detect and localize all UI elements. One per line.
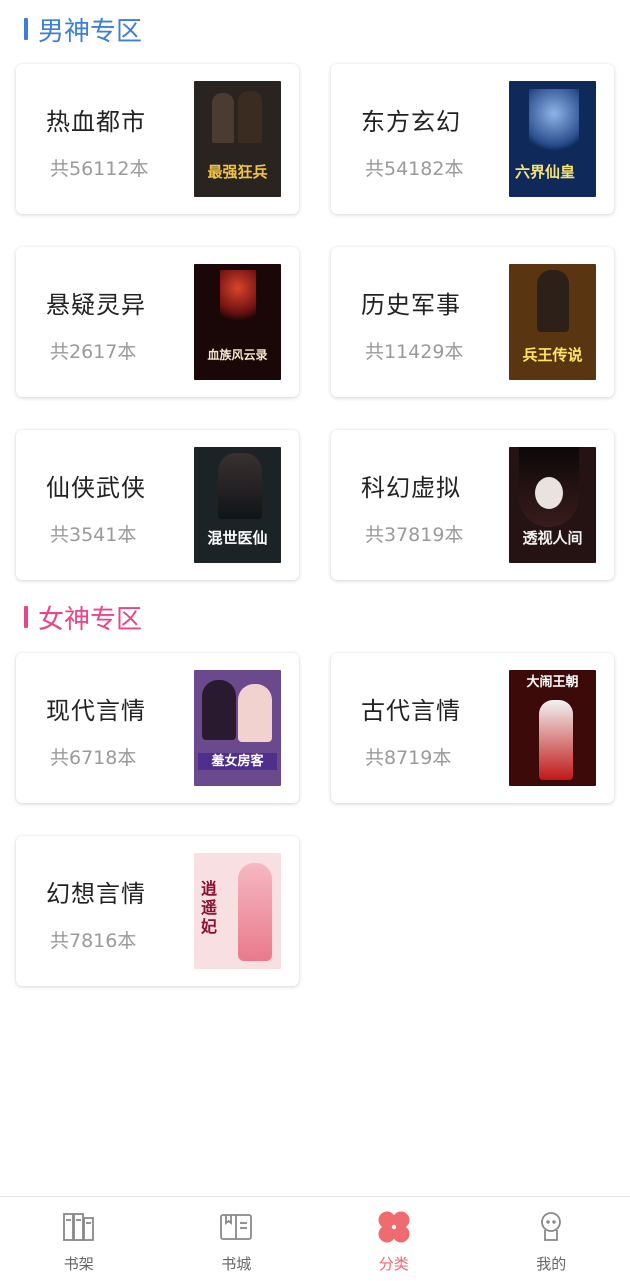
category-card-scifi[interactable]: 科幻虚拟 共37819本 透视人间: [331, 430, 614, 580]
category-count: 共2617本: [50, 337, 136, 364]
book-cover: 羞女房客: [194, 670, 281, 786]
category-name: 历史军事: [361, 285, 461, 320]
category-card-history-military[interactable]: 历史军事 共11429本 兵王传说: [331, 247, 614, 397]
section-title-text: 男神专区: [38, 11, 142, 48]
category-card-eastern-fantasy[interactable]: 东方玄幻 共54182本 六界仙皇: [331, 64, 614, 214]
section-accent-bar: [24, 18, 28, 40]
male-category-grid: 热血都市 共56112本 最强狂兵 东方玄幻 共54182本 六界仙皇 悬疑灵异…: [16, 64, 614, 580]
tab-profile[interactable]: 我的: [473, 1197, 630, 1281]
tab-label: 我的: [536, 1253, 566, 1274]
cover-title: 最强狂兵: [198, 164, 277, 181]
cover-title: 透视人间: [513, 530, 592, 547]
category-name: 古代言情: [361, 691, 461, 726]
cover-title: 羞女房客: [198, 753, 277, 770]
category-petals-icon: [376, 1209, 412, 1245]
book-cover: 逍遥妃: [194, 853, 281, 969]
book-cover: 兵王传说: [509, 264, 596, 380]
section-title-female: 女神专区: [24, 602, 142, 632]
category-name: 热血都市: [46, 102, 146, 137]
open-book-icon: [218, 1209, 254, 1245]
tab-label: 书架: [64, 1253, 94, 1274]
female-category-grid: 现代言情 共6718本 羞女房客 古代言情 共8719本 大闹王朝 幻想言情 共…: [16, 653, 614, 986]
book-cover: 血族风云录: [194, 264, 281, 380]
tab-bookshelf[interactable]: 书架: [0, 1197, 158, 1281]
category-card-fantasy-romance[interactable]: 幻想言情 共7816本 逍遥妃: [16, 836, 299, 986]
cover-title: 混世医仙: [198, 530, 277, 547]
book-cover: 最强狂兵: [194, 81, 281, 197]
category-count: 共37819本: [365, 520, 463, 547]
section-title-text: 女神专区: [38, 599, 142, 636]
category-name: 幻想言情: [46, 874, 146, 909]
category-card-suspense[interactable]: 悬疑灵异 共2617本 血族风云录: [16, 247, 299, 397]
cover-title: 大闹王朝: [513, 674, 592, 691]
tab-label: 书城: [221, 1253, 251, 1274]
bookshelf-icon: [61, 1209, 97, 1245]
category-card-ancient-romance[interactable]: 古代言情 共8719本 大闹王朝: [331, 653, 614, 803]
category-name: 东方玄幻: [361, 102, 461, 137]
category-card-xianxia[interactable]: 仙侠武侠 共3541本 混世医仙: [16, 430, 299, 580]
category-count: 共8719本: [365, 743, 451, 770]
category-count: 共6718本: [50, 743, 136, 770]
profile-icon: [533, 1209, 569, 1245]
category-count: 共54182本: [365, 154, 463, 181]
tab-bookstore[interactable]: 书城: [158, 1197, 316, 1281]
category-card-urban[interactable]: 热血都市 共56112本 最强狂兵: [16, 64, 299, 214]
category-name: 悬疑灵异: [46, 285, 146, 320]
category-name: 现代言情: [46, 691, 146, 726]
category-count: 共3541本: [50, 520, 136, 547]
cover-title: 血族风云录: [198, 347, 277, 364]
category-name: 仙侠武侠: [46, 468, 146, 503]
book-cover: 六界仙皇: [509, 81, 596, 197]
category-count: 共11429本: [365, 337, 463, 364]
cover-title: 逍遥妃: [200, 879, 218, 936]
category-count: 共7816本: [50, 926, 136, 953]
book-cover: 透视人间: [509, 447, 596, 563]
bottom-tab-bar: 书架 书城 分类 我的: [0, 1196, 630, 1281]
cover-title: 六界仙皇: [515, 164, 592, 181]
category-count: 共56112本: [50, 154, 148, 181]
book-cover: 大闹王朝: [509, 670, 596, 786]
section-accent-bar: [24, 606, 28, 628]
category-name: 科幻虚拟: [361, 468, 461, 503]
tab-category[interactable]: 分类: [315, 1197, 473, 1281]
tab-label: 分类: [379, 1253, 409, 1274]
section-title-male: 男神专区: [24, 14, 142, 44]
category-card-modern-romance[interactable]: 现代言情 共6718本 羞女房客: [16, 653, 299, 803]
cover-title: 兵王传说: [513, 347, 592, 364]
book-cover: 混世医仙: [194, 447, 281, 563]
